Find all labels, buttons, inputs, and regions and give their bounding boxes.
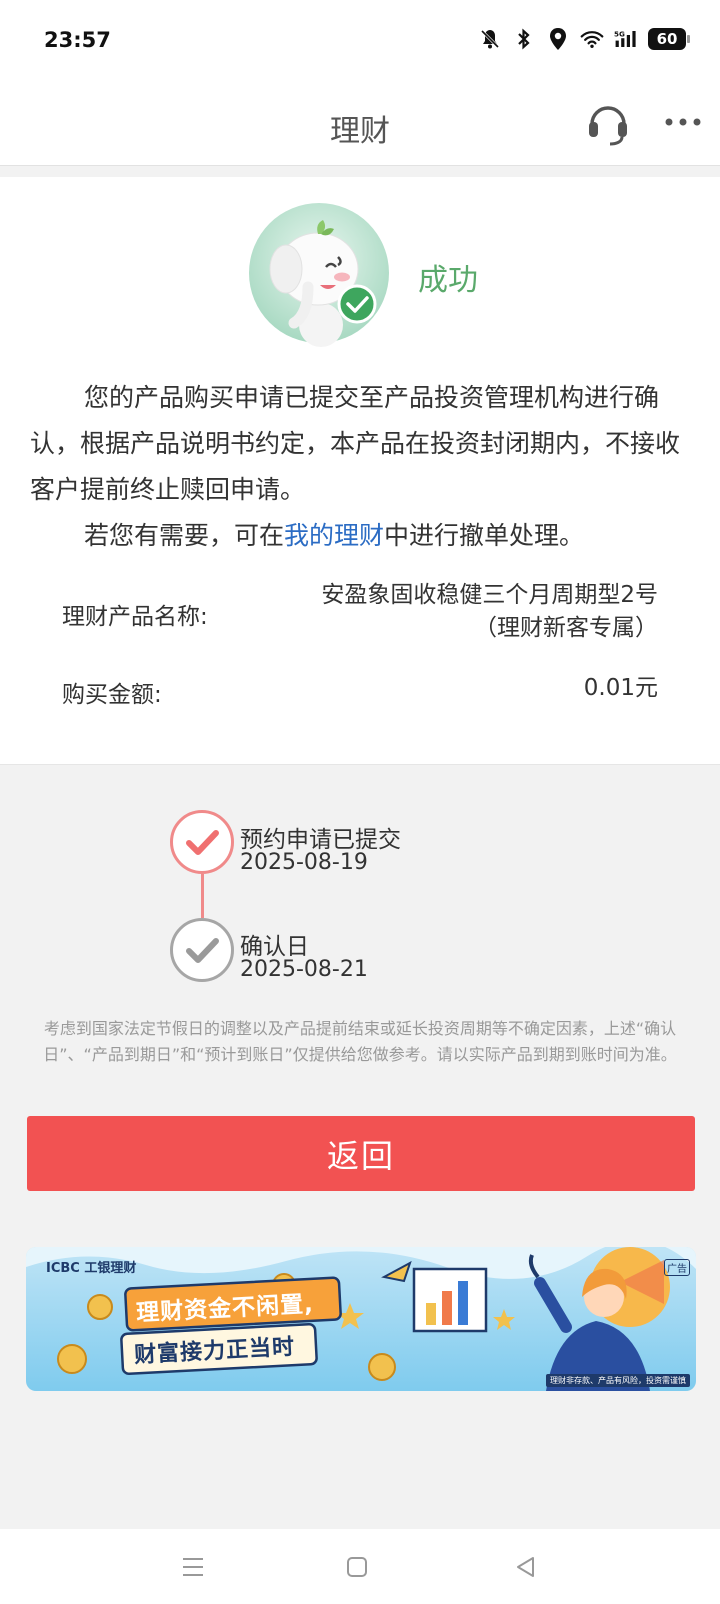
step-1-date: 2025-08-19 xyxy=(240,850,368,875)
more-dots-icon xyxy=(665,118,701,126)
status-time: 23:57 xyxy=(44,28,111,52)
amount-label: 购买金额: xyxy=(62,682,162,708)
disclaimer-line-1: 考虑到国家法定节假日的调整以及产品提前结束或延长投资周期等不确定因素，上述“确认 xyxy=(43,1019,677,1038)
step-pending-circle xyxy=(170,918,234,982)
back-nav-button[interactable] xyxy=(505,1549,545,1585)
progress-timeline: 预约申请已提交 2025-08-19 确认日 2025-08-21 xyxy=(170,810,570,990)
square-icon xyxy=(347,1557,367,1577)
disclaimer-line-2: 日”、“产品到期日”和“预计到账日”仅提供给您做参考。请以实际产品到期到账时间为… xyxy=(43,1045,677,1064)
svg-text:5G: 5G xyxy=(614,30,625,39)
home-button[interactable] xyxy=(337,1549,377,1585)
step-done-circle xyxy=(170,810,234,874)
step-1-title: 预约申请已提交 xyxy=(240,827,401,853)
my-wealth-link[interactable]: 我的理财 xyxy=(284,521,384,550)
recent-apps-button[interactable] xyxy=(173,1549,213,1585)
promo-banner[interactable]: ICBC 工银理财 广告 理财资金不闲置, 财富接力正当时 理财非存款、产品有风… xyxy=(26,1247,696,1391)
result-card: 成功 您的产品购买申请已提交至产品投资管理机构进行确认，根据产品说明书约定，本产… xyxy=(0,177,720,765)
bell-off-icon xyxy=(478,26,502,52)
location-icon xyxy=(546,26,570,52)
triangle-back-icon xyxy=(517,1557,534,1577)
header-bar: 理财 xyxy=(0,80,720,166)
battery-indicator: 60 xyxy=(648,28,690,50)
menu-lines-icon xyxy=(183,1558,203,1576)
check-icon xyxy=(186,830,219,855)
signal-5g-icon: 5G xyxy=(614,26,638,52)
confirmation-message: 您的产品购买申请已提交至产品投资管理机构进行确认，根据产品说明书约定，本产品在投… xyxy=(30,383,681,504)
wifi-icon xyxy=(580,26,604,52)
status-icons: 5G 60 xyxy=(478,26,690,52)
disclaimer-text: 考虑到国家法定节假日的调整以及产品提前结束或延长投资周期等不确定因素，上述“确认… xyxy=(0,1016,720,1068)
banner-ad-tag: 广告 xyxy=(664,1259,690,1276)
headset-icon xyxy=(589,106,627,146)
product-name-line1: 安盈象固收稳健三个月周期型2号 xyxy=(321,582,658,608)
product-name-line2: （理财新客专属） xyxy=(474,615,658,641)
step-2-date: 2025-08-21 xyxy=(240,957,368,982)
banner-brand: ICBC 工银理财 xyxy=(46,1261,137,1276)
status-bar: 23:57 5G 60 xyxy=(0,0,720,80)
product-name-label: 理财产品名称: xyxy=(62,604,208,630)
cancel-hint-suffix: 中进行撤单处理。 xyxy=(384,521,585,550)
customer-service-button[interactable] xyxy=(586,100,630,146)
more-button[interactable] xyxy=(664,114,702,130)
check-icon xyxy=(186,938,219,963)
amount-value: 0.01元 xyxy=(583,675,658,701)
product-name-value: 安盈象固收稳健三个月周期型2号 （理财新客专属） xyxy=(321,579,658,645)
cancel-hint-prefix: 若您有需要，可在 xyxy=(84,521,285,550)
back-button[interactable]: 返回 xyxy=(27,1116,695,1191)
bluetooth-icon xyxy=(512,26,536,52)
banner-footnote: 理财非存款、产品有风险，投资需谨慎 xyxy=(546,1374,690,1387)
system-nav-bar xyxy=(0,1529,720,1604)
elephant-mascot-icon xyxy=(246,197,392,353)
step-2-title: 确认日 xyxy=(240,934,309,960)
success-status: 成功 xyxy=(418,263,478,298)
cancel-hint: 若您有需要，可在我的理财中进行撤单处理。 xyxy=(30,513,690,559)
timeline-connector xyxy=(201,874,204,918)
